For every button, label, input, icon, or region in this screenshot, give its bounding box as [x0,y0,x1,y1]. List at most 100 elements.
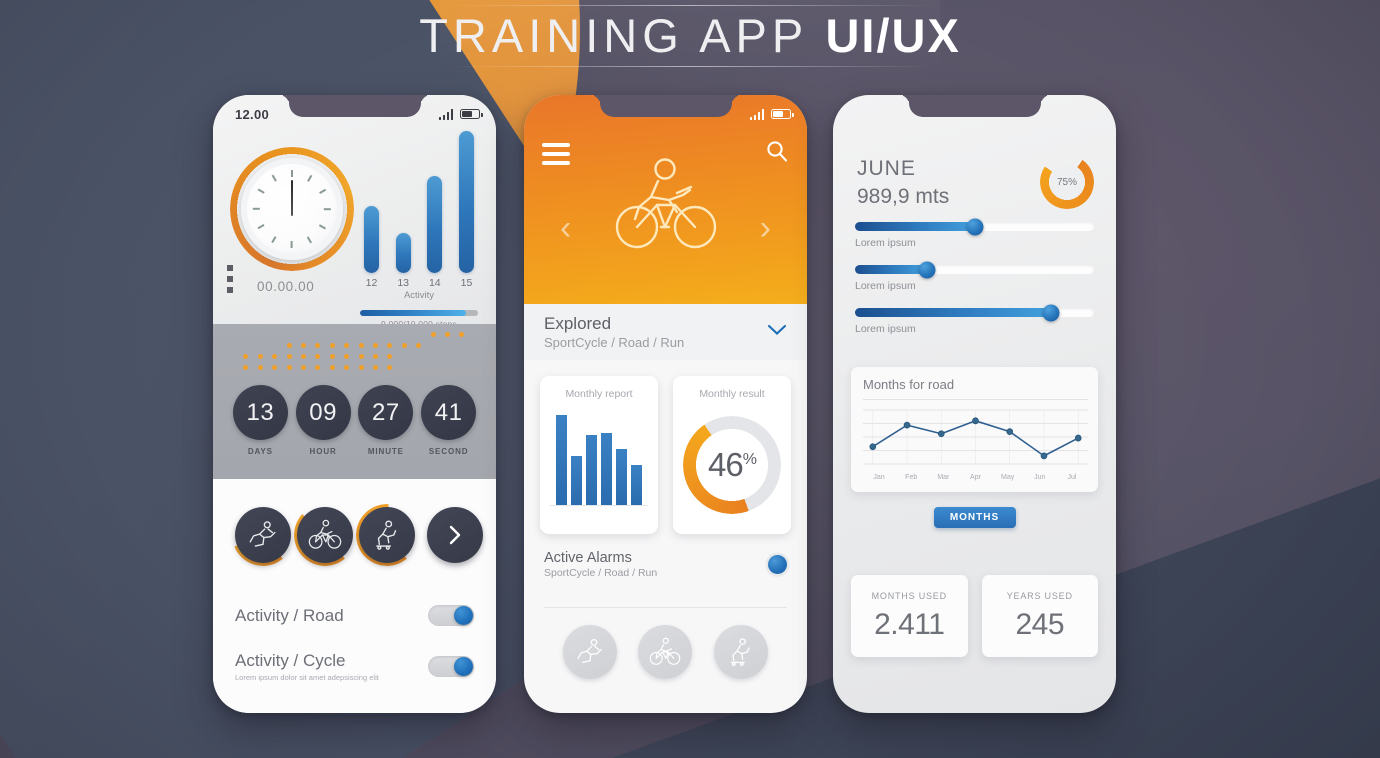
clock-widget [230,147,354,271]
chevron-down-icon[interactable] [767,323,787,341]
linechart-x-label: Mar [937,474,950,481]
status-time: 12.00 [235,106,270,122]
slider-fill [855,265,927,274]
slider-label: Lorem ipsum [855,323,916,335]
progress-donut: 75% [1040,155,1094,209]
activity-shortcut-row [524,625,807,679]
linechart-x-labels: Jan Feb Mar Apr May Jun Jul [863,474,1088,481]
monthly-result-donut: 46% [683,416,781,514]
decorative-dot [329,343,335,348]
phone1-countdown-panel: 13 DAYS 09 HOUR 27 MINUTE 41 SECOND [213,324,496,479]
decorative-dot [301,354,306,359]
divider [544,607,787,608]
hamburger-menu-icon[interactable] [542,143,570,165]
decorative-dot [257,354,263,359]
slider-1[interactable]: Lorem ipsum [855,218,1094,249]
decorative-dot [344,354,350,359]
monthly-report-bar [631,464,642,505]
decorative-dot [286,365,292,370]
percent-unit: % [742,451,757,468]
linechart-x-label: Apr [970,474,981,481]
countdown-disc: 41 [421,385,477,440]
toggle-switch-cycle[interactable] [428,656,474,677]
clock-tick [291,241,293,248]
clock-tick [271,174,277,182]
slider-knob[interactable] [918,261,936,278]
toggle-label: Activity / Road [235,605,344,625]
phone2-hero: ‹ › [524,95,807,304]
countdown-label: DAYS [247,447,273,456]
activity-bar-label: 14 [428,277,441,289]
activity-option-cycling[interactable] [294,504,356,566]
decorative-dot [315,365,321,370]
decorative-dot [272,354,278,359]
slider-2[interactable]: Lorem ipsum [855,261,1094,292]
decorative-dot [329,354,335,359]
carousel-prev-arrow[interactable]: ‹ [560,211,571,245]
shortcut-cycling[interactable] [638,625,693,679]
decorative-dot [387,354,393,359]
slider-track[interactable] [855,261,1094,278]
slider-group: Lorem ipsum Lorem ipsum Lorem ipsum [855,218,1094,351]
decorative-dot [416,343,422,348]
countdown-unit: 41 SECOND [421,385,477,456]
activity-bar [364,206,379,273]
cyclist-illustration-icon [611,157,721,258]
slider-knob[interactable] [966,218,983,235]
toggle-switch-road[interactable] [428,605,474,626]
activity-option-skating[interactable] [356,504,418,566]
decorative-dot [286,354,292,359]
countdown-disc: 13 [232,385,288,440]
months-button[interactable]: MONTHS [933,507,1016,528]
active-alarms-toggle[interactable] [768,555,787,574]
months-for-road-linechart: Jan Feb Mar Apr May Jun Jul [863,404,1088,481]
phone1-top-panel: 12.00 00.00.00 12131415 Activity 9.000 [213,95,496,329]
phone-mockup-2: ‹ › Explored SportCycle / Road / Run Mon… [524,95,807,713]
activity-bar-label: 13 [397,277,409,289]
phone-mockup-3: JUNE 989,9 mts 75% Lorem ipsum Lorem ipsu… [833,95,1116,713]
countdown-label: HOUR [309,447,337,456]
slider-track[interactable] [855,218,1094,235]
slider-fill [855,308,1051,317]
decorative-dot [373,354,378,359]
monthly-report-bar [571,455,582,505]
active-alarms-title: Active Alarms [544,550,632,566]
activity-next-button[interactable] [427,507,483,563]
shortcut-skating[interactable] [714,625,769,679]
linechart-x-label: May [1001,474,1015,481]
usage-stat-caption: MONTHS USED [871,590,947,601]
clock-tick [271,236,277,244]
explored-strip[interactable]: Explored SportCycle / Road / Run [524,304,807,360]
usage-stat-caption: YEARS USED [1006,590,1073,601]
months-for-road-card: Months for road Jan Feb Mar Apr May Jun Jul [851,367,1098,492]
activity-option-running[interactable] [232,504,294,566]
activity-bar-labels: 12 13 14 15 [360,273,478,289]
usage-stat-card[interactable]: YEARS USED 245 [981,575,1098,657]
phone3-notch [908,95,1041,117]
countdown-value: 13 [246,398,275,426]
monthly-report-card[interactable]: Monthly report [540,376,658,534]
monthly-report-bars [550,414,648,506]
usage-stats-row: MONTHS USED 2.411 YEARS USED 245 [851,575,1098,657]
slider-track[interactable] [855,304,1094,321]
page-title: TRAINING APP UI/UX [419,8,961,63]
shortcut-running[interactable] [562,625,617,679]
active-alarms-row[interactable]: Active Alarms SportCycle / Road / Run [544,550,787,579]
battery-icon [460,109,483,119]
carousel-next-arrow[interactable]: › [760,211,771,245]
toggle-row-activity-road[interactable]: Activity / Road [235,605,474,626]
linechart-x-label: Jan [873,474,885,481]
usage-stat-value: 245 [1015,607,1065,641]
slider-3[interactable]: Lorem ipsum [855,304,1094,335]
steps-progress-bar [360,310,478,316]
decorative-dot [344,343,350,348]
countdown-label: MINUTE [367,447,404,456]
monthly-result-card[interactable]: Monthly result 46% [673,376,791,534]
decorative-dot [459,332,465,337]
usage-stat-card[interactable]: MONTHS USED 2.411 [851,575,968,657]
toggle-row-activity-cycle[interactable]: Activity / Cycle Lorem ipsum dolor sit a… [235,651,474,682]
clock-tick [307,174,313,182]
search-icon[interactable] [765,139,789,168]
slider-knob[interactable] [1042,304,1060,321]
chevron-right-icon [449,525,461,545]
